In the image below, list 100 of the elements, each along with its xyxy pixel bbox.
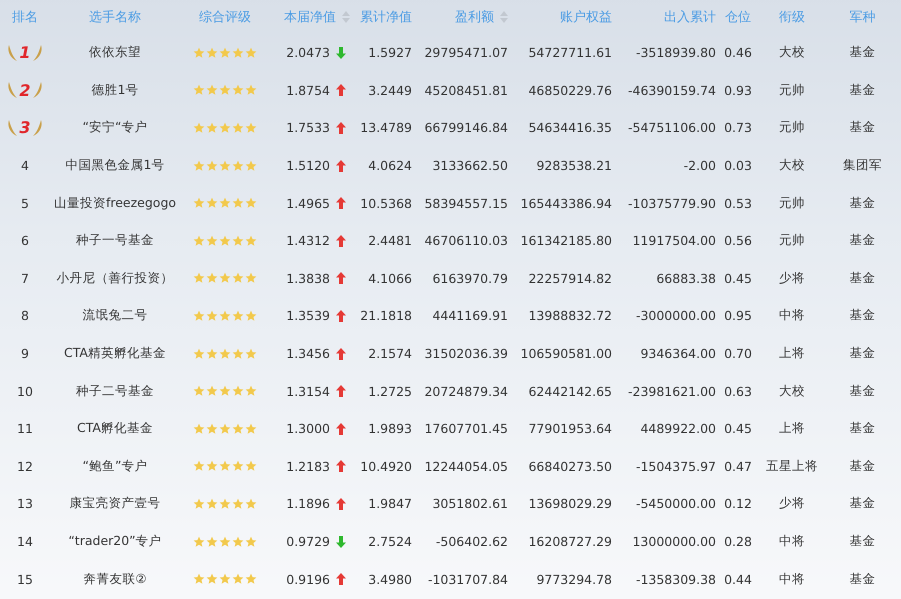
current-nav: 1.7533 — [286, 120, 330, 136]
player-name: 流氓兔二号 — [82, 307, 148, 324]
cumulative-nav: 4.0624 — [368, 158, 412, 174]
player-name: 山量投资freezegogo — [54, 194, 176, 212]
rank-number: 15 — [17, 572, 33, 587]
branch-type: 基金 — [850, 232, 876, 250]
account-equity: 165443386.94 — [520, 196, 612, 211]
laurel-icon — [7, 80, 20, 100]
position-ratio: 0.70 — [724, 346, 752, 362]
profit-amount: 31502036.39 — [424, 346, 508, 362]
column-header: 综合评级 — [199, 9, 251, 26]
military-grade: 中将 — [779, 533, 805, 550]
current-nav: 1.3838 — [286, 270, 330, 286]
branch-type: 基金 — [850, 82, 876, 99]
account-equity: 22257914.82 — [528, 270, 612, 286]
military-grade: 元帅 — [779, 194, 805, 212]
net-flow: -10375779.90 — [628, 196, 716, 211]
net-flow: -54751106.00 — [628, 120, 716, 136]
cumulative-nav: 1.9893 — [368, 421, 412, 436]
military-grade: 中将 — [779, 570, 805, 588]
player-name: 德胜1号 — [92, 82, 138, 99]
military-grade: 上将 — [779, 345, 805, 362]
column-header: 仓位 — [725, 9, 751, 26]
position-ratio: 0.45 — [724, 270, 752, 286]
current-nav: 2.0473 — [286, 45, 330, 60]
sort-icon[interactable] — [342, 11, 350, 23]
military-grade: 大校 — [779, 44, 805, 62]
cumulative-nav: 10.4920 — [360, 458, 412, 474]
cumulative-nav: 1.5927 — [368, 45, 412, 60]
player-name: “trader20”专户 — [68, 533, 162, 550]
column-header[interactable]: 盈利额 — [455, 8, 508, 26]
player-name: CTA孵化基金 — [77, 420, 153, 438]
branch-type: 基金 — [850, 194, 876, 212]
rank-number: 11 — [17, 421, 33, 436]
branch-type: 基金 — [850, 307, 876, 324]
position-ratio: 0.28 — [724, 534, 752, 550]
rank-number: 1 — [19, 43, 31, 62]
position-ratio: 0.12 — [724, 496, 752, 512]
player-name: CTA精英孵化基金 — [64, 345, 166, 362]
current-nav: 1.8754 — [286, 82, 330, 98]
rank-number: 8 — [21, 308, 29, 324]
position-ratio: 0.03 — [724, 158, 752, 174]
column-header: 选手名称 — [89, 9, 141, 26]
current-nav: 1.1896 — [286, 496, 330, 512]
profit-amount: 12244054.05 — [424, 458, 508, 474]
position-ratio: 0.95 — [724, 308, 752, 324]
sort-icon[interactable] — [500, 11, 508, 23]
net-flow: -3000000.00 — [636, 308, 716, 324]
net-flow: 9346364.00 — [640, 346, 716, 362]
profit-amount: 58394557.15 — [424, 196, 508, 211]
column-header: 军种 — [850, 9, 876, 26]
branch-type: 基金 — [850, 44, 876, 62]
account-equity: 66840273.50 — [528, 458, 612, 474]
player-name: 奔菁友联② — [83, 570, 147, 588]
player-name: 小丹尼（善行投资） — [56, 270, 174, 287]
position-ratio: 0.56 — [724, 233, 752, 248]
military-grade: 元帅 — [779, 232, 805, 250]
profit-amount: 4441169.91 — [432, 308, 508, 324]
profit-amount: 46706110.03 — [424, 233, 508, 248]
cumulative-nav: 3.4980 — [368, 572, 412, 587]
military-grade: 少将 — [779, 270, 805, 287]
position-ratio: 0.47 — [724, 458, 752, 474]
rank-number: 14 — [17, 534, 33, 550]
branch-type: 基金 — [850, 495, 876, 512]
player-name: 种子二号基金 — [76, 382, 154, 400]
rank-number: 2 — [19, 80, 31, 100]
rank-number: 4 — [21, 158, 29, 174]
cumulative-nav: 1.2725 — [368, 384, 412, 399]
military-grade: 元帅 — [779, 82, 805, 99]
position-ratio: 0.53 — [724, 196, 752, 211]
player-name: 康宝亮资产壹号 — [70, 495, 160, 512]
branch-type: 基金 — [850, 570, 876, 588]
column-header: 衔级 — [779, 9, 805, 26]
net-flow: 66883.38 — [656, 270, 716, 286]
player-name: 依依东望 — [89, 44, 141, 62]
branch-type: 基金 — [850, 270, 876, 287]
profit-amount: 66799146.84 — [424, 120, 508, 136]
net-flow: -1504375.97 — [636, 458, 716, 474]
rank-number: 6 — [21, 233, 29, 248]
position-ratio: 0.44 — [724, 572, 752, 587]
column-header[interactable]: 本届净值 — [284, 8, 350, 26]
military-grade: 大校 — [779, 382, 805, 400]
current-nav: 1.4312 — [286, 233, 330, 248]
position-ratio: 0.73 — [724, 120, 752, 136]
account-equity: 13988832.72 — [528, 308, 612, 324]
cumulative-nav: 3.2449 — [368, 82, 412, 98]
profit-amount: 6163970.79 — [432, 270, 508, 286]
current-nav: 0.9729 — [286, 534, 330, 550]
rank-number: 10 — [17, 384, 33, 399]
current-nav: 1.3456 — [286, 346, 330, 362]
current-nav: 1.2183 — [286, 458, 330, 474]
cumulative-nav: 2.7524 — [368, 534, 412, 550]
cumulative-nav: 2.1574 — [368, 346, 412, 362]
profit-amount: -1031707.84 — [428, 572, 508, 587]
laurel-icon — [30, 80, 43, 100]
military-grade: 中将 — [779, 307, 805, 324]
account-equity: 46850229.76 — [528, 82, 612, 98]
rank-number: 9 — [21, 346, 29, 362]
net-flow: 13000000.00 — [632, 534, 716, 550]
player-name: “安宁“专户 — [82, 119, 148, 136]
